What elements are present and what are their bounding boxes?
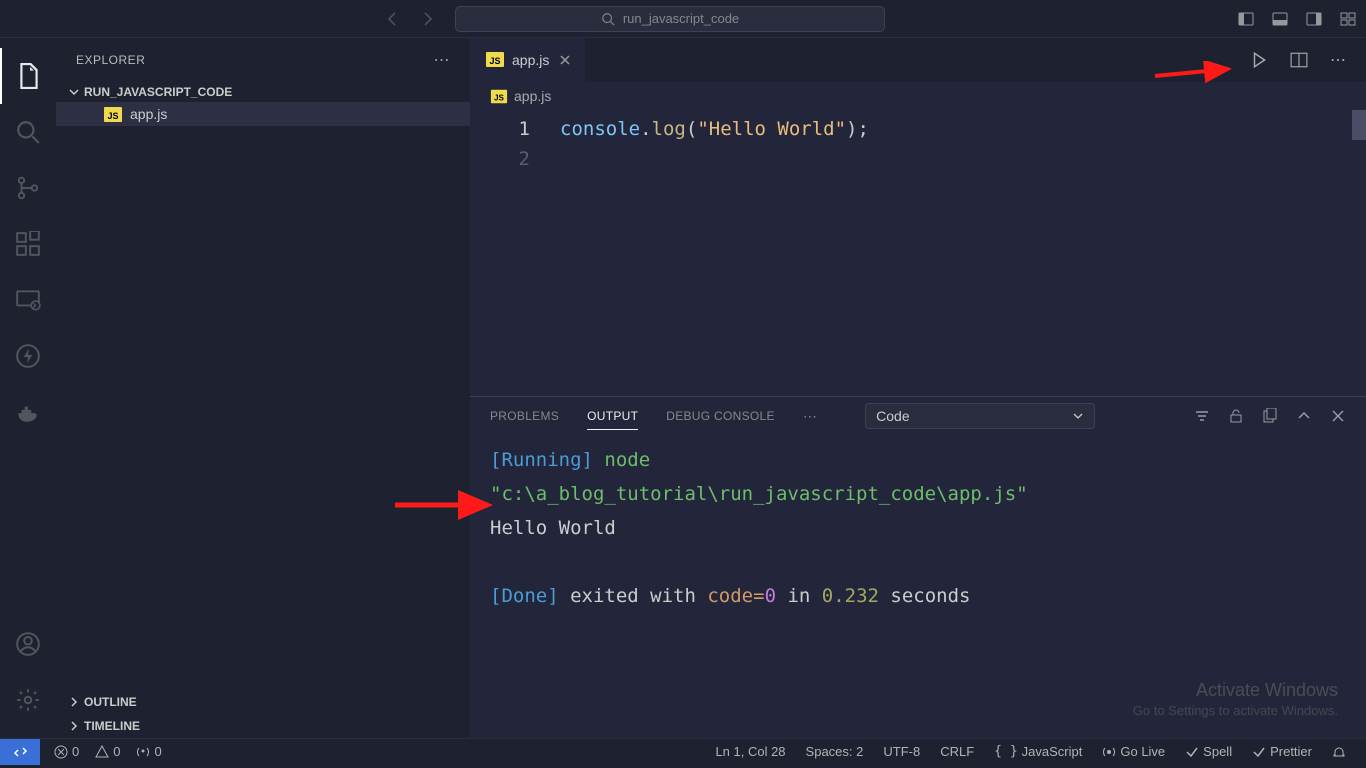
activity-explorer[interactable] (0, 48, 56, 104)
status-notifications[interactable] (1332, 745, 1346, 759)
file-item-label: app.js (130, 106, 167, 122)
file-item-appjs[interactable]: JS app.js (56, 102, 470, 126)
explorer-more-icon[interactable]: ⋯ (434, 50, 451, 70)
statusbar: 0 0 0 Ln 1, Col 28 Spaces: 2 UTF-8 CRLF … (0, 738, 1366, 764)
editor-area: JS app.js ⋯ JS app.js 1 2 console.l (470, 38, 1366, 738)
status-golive[interactable]: Go Live (1102, 744, 1165, 759)
search-placeholder: run_javascript_code (623, 11, 739, 26)
filter-icon[interactable] (1194, 408, 1210, 424)
command-center-search[interactable]: run_javascript_code (455, 6, 885, 32)
chevron-down-icon (1072, 410, 1084, 422)
js-file-icon: JS (486, 52, 504, 67)
tab-label: app.js (512, 52, 549, 68)
layout-panel-icon[interactable] (1272, 11, 1288, 27)
chevron-down-icon (68, 86, 80, 98)
check-icon (1252, 745, 1266, 759)
lock-scroll-icon[interactable] (1228, 408, 1244, 424)
activity-source-control[interactable] (0, 160, 56, 216)
panel-tab-debug[interactable]: DEBUG CONSOLE (666, 409, 775, 423)
status-language[interactable]: { } JavaScript (994, 744, 1082, 759)
titlebar: run_javascript_code (0, 0, 1366, 38)
output-channel-dropdown[interactable]: Code (865, 403, 1095, 429)
folder-name: RUN_JAVASCRIPT_CODE (84, 85, 232, 99)
timeline-section[interactable]: TIMELINE (56, 714, 470, 738)
tab-appjs[interactable]: JS app.js (470, 38, 585, 82)
folder-header[interactable]: RUN_JAVASCRIPT_CODE (56, 82, 470, 102)
status-ports[interactable]: 0 (136, 744, 161, 759)
nav-back-icon[interactable] (385, 11, 401, 27)
activity-docker[interactable] (0, 384, 56, 440)
error-icon (54, 745, 68, 759)
editor-tabs: JS app.js ⋯ (470, 38, 1366, 82)
panel-tab-problems[interactable]: PROBLEMS (490, 409, 559, 423)
breadcrumb-label: app.js (514, 88, 551, 104)
check-icon (1185, 745, 1199, 759)
outline-label: OUTLINE (84, 695, 137, 709)
js-file-icon: JS (104, 107, 122, 122)
panel-maximize-icon[interactable] (1296, 408, 1312, 424)
chevron-right-icon (68, 720, 80, 732)
broadcast-icon (1102, 745, 1116, 759)
minimap-indicator[interactable] (1352, 110, 1366, 140)
status-spaces[interactable]: Spaces: 2 (806, 744, 864, 759)
breadcrumb[interactable]: JS app.js (470, 82, 1366, 110)
bell-icon (1332, 745, 1346, 759)
panel-tab-output[interactable]: OUTPUT (587, 409, 638, 430)
status-errors[interactable]: 0 (54, 744, 79, 759)
timeline-label: TIMELINE (84, 719, 140, 733)
braces-icon: { } (994, 744, 1017, 759)
customize-layout-icon[interactable] (1340, 11, 1356, 27)
run-code-icon[interactable] (1250, 51, 1268, 69)
dropdown-value: Code (876, 408, 909, 424)
status-spell[interactable]: Spell (1185, 744, 1232, 759)
activity-extensions[interactable] (0, 216, 56, 272)
editor-more-icon[interactable]: ⋯ (1330, 50, 1346, 70)
js-file-icon: JS (491, 89, 507, 103)
layout-secondary-side-icon[interactable] (1306, 11, 1322, 27)
layout-primary-side-icon[interactable] (1238, 11, 1254, 27)
search-icon (601, 12, 615, 26)
windows-activation-watermark: Activate Windows Go to Settings to activ… (1133, 680, 1338, 718)
panel-more-icon[interactable]: ⋯ (803, 408, 817, 425)
code-editor[interactable]: 1 2 console.log("Hello World"); (470, 110, 1366, 396)
explorer-title: EXPLORER (76, 53, 145, 67)
activity-accounts[interactable] (0, 616, 56, 672)
clear-output-icon[interactable] (1262, 408, 1278, 424)
outline-section[interactable]: OUTLINE (56, 690, 470, 714)
split-editor-icon[interactable] (1290, 51, 1308, 69)
activitybar (0, 38, 56, 738)
nav-forward-icon[interactable] (419, 11, 435, 27)
activity-remote-explorer[interactable] (0, 272, 56, 328)
status-lncol[interactable]: Ln 1, Col 28 (715, 744, 785, 759)
output-content[interactable]: [Running] node "c:\a_blog_tutorial\run_j… (470, 435, 1366, 621)
activity-settings[interactable] (0, 672, 56, 728)
activity-thunder[interactable] (0, 328, 56, 384)
explorer-sidebar: EXPLORER ⋯ RUN_JAVASCRIPT_CODE JS app.js… (56, 38, 470, 738)
tab-close-icon[interactable] (557, 52, 573, 68)
activity-search[interactable] (0, 104, 56, 160)
status-prettier[interactable]: Prettier (1252, 744, 1312, 759)
status-encoding[interactable]: UTF-8 (883, 744, 920, 759)
remote-button[interactable] (0, 739, 40, 765)
line-gutter: 1 2 (470, 114, 560, 396)
warning-icon (95, 745, 109, 759)
chevron-right-icon (68, 696, 80, 708)
bottom-panel: PROBLEMS OUTPUT DEBUG CONSOLE ⋯ Code [Ru… (470, 396, 1366, 738)
code-content[interactable]: console.log("Hello World"); (560, 114, 869, 396)
status-eol[interactable]: CRLF (940, 744, 974, 759)
panel-close-icon[interactable] (1330, 408, 1346, 424)
status-warnings[interactable]: 0 (95, 744, 120, 759)
radio-tower-icon (136, 745, 150, 759)
